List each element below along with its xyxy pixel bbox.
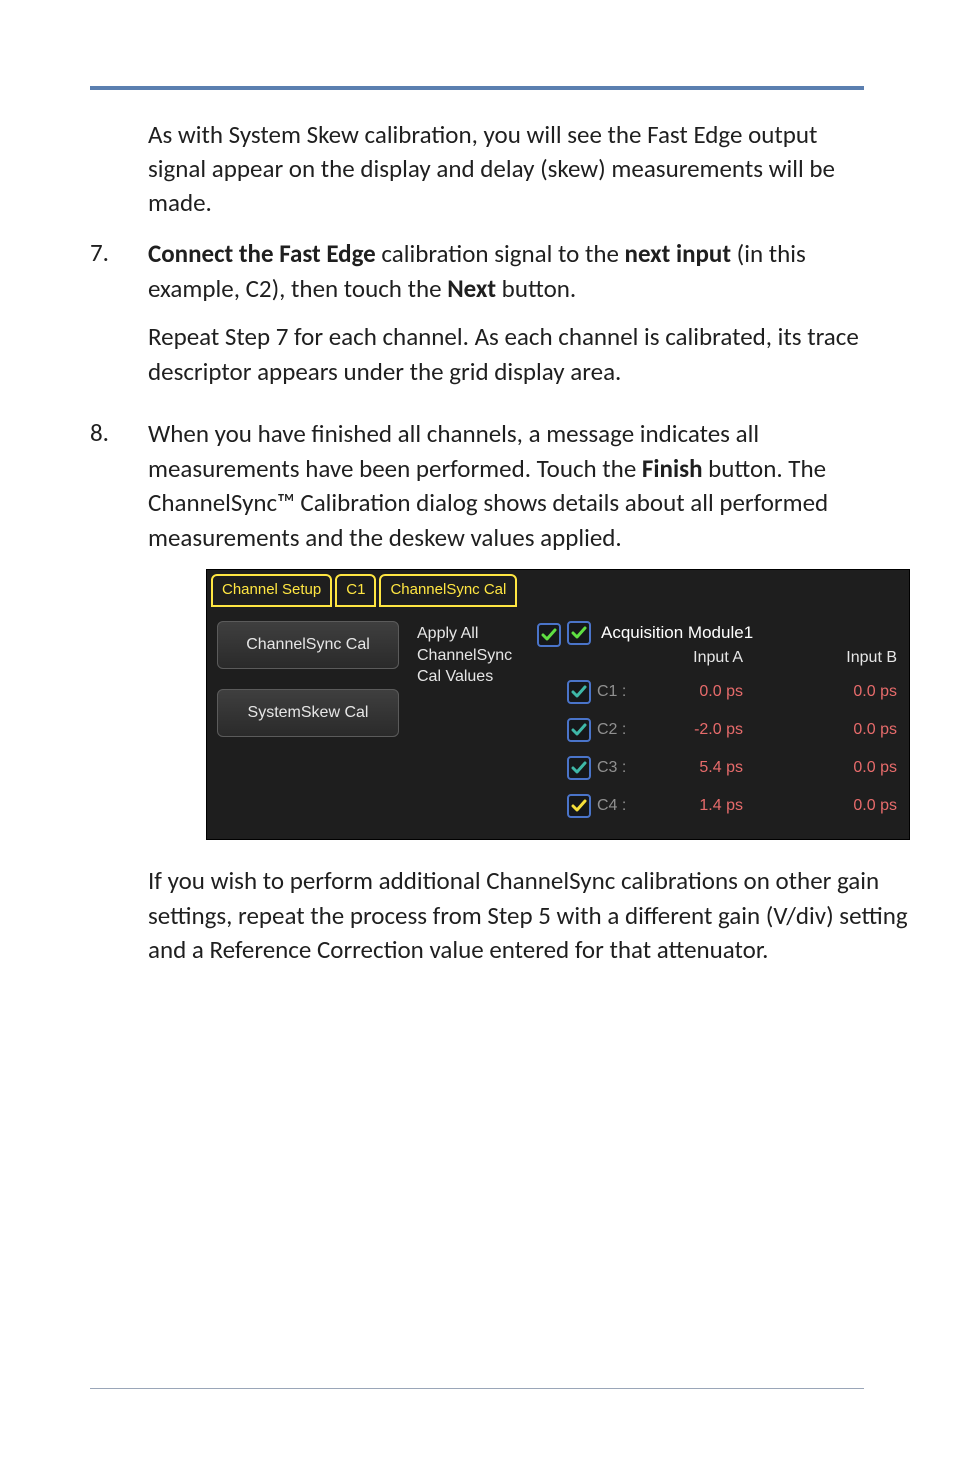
c2-label: C2 : — [597, 719, 645, 741]
check-icon — [571, 798, 587, 814]
c1-label: C1 : — [597, 681, 645, 703]
c2-checkbox[interactable] — [567, 718, 591, 742]
c4-label: C4 : — [597, 795, 645, 817]
c4-input-a: 1.4 ps — [645, 795, 763, 817]
module-header: Acquisition Module1 — [567, 621, 899, 647]
step-7-para-1: Connect the Fast Edge calibration signal… — [148, 237, 864, 306]
apply-all-label: Apply All ChannelSync Cal Values — [417, 623, 533, 688]
tab-channel-setup[interactable]: Channel Setup — [211, 574, 332, 607]
c4-input-b: 0.0 ps — [763, 795, 899, 817]
step-7-bold-3: next input — [625, 238, 731, 269]
step-7-bold-5: Next — [447, 273, 496, 304]
channelsync-cal-button[interactable]: ChannelSync Cal — [217, 621, 399, 669]
footer-rule — [90, 1388, 864, 1389]
apply-all-checkbox[interactable] — [537, 623, 561, 647]
channel-row-c4: C4 : 1.4 ps 0.0 ps — [567, 787, 899, 825]
c4-checkbox[interactable] — [567, 794, 591, 818]
header-rule — [90, 86, 864, 90]
channel-row-c2: C2 : -2.0 ps 0.0 ps — [567, 711, 899, 749]
channel-row-c3: C3 : 5.4 ps 0.0 ps — [567, 749, 899, 787]
check-icon — [571, 760, 587, 776]
check-icon — [541, 627, 557, 643]
step-7-para-2: Repeat Step 7 for each channel. As each … — [148, 320, 864, 389]
final-paragraph: If you wish to perform additional Channe… — [148, 864, 910, 968]
step-8-number: 8. — [90, 417, 148, 981]
step-7-number: 7. — [90, 237, 148, 403]
c3-checkbox[interactable] — [567, 756, 591, 780]
c2-input-b: 0.0 ps — [763, 719, 899, 741]
c1-input-a: 0.0 ps — [645, 681, 763, 703]
step-7-text-2: calibration signal to the — [376, 238, 625, 269]
dialog-tabs: Channel Setup C1 ChannelSync Cal — [207, 570, 909, 607]
step-8-bold-2: Finish — [642, 453, 703, 484]
module-title: Acquisition Module1 — [601, 621, 753, 644]
step-8: 8. When you have finished all channels, … — [90, 417, 864, 981]
step-7-text-6: button. — [496, 273, 576, 304]
col-input-a: Input A — [645, 647, 763, 669]
tab-channelsync-cal[interactable]: ChannelSync Cal — [379, 574, 517, 607]
dialog-left-column: ChannelSync Cal SystemSkew Cal — [217, 621, 399, 825]
dialog-right-panel: Acquisition Module1 Input A Input B C1 : — [561, 621, 899, 825]
c3-input-b: 0.0 ps — [763, 757, 899, 779]
check-icon — [571, 722, 587, 738]
module-checkbox[interactable] — [567, 621, 591, 645]
channelsync-dialog: Channel Setup C1 ChannelSync Cal Channel… — [206, 569, 910, 840]
step-8-para-1: When you have finished all channels, a m… — [148, 417, 910, 555]
col-input-b: Input B — [763, 647, 899, 669]
check-icon — [571, 625, 587, 641]
c1-checkbox[interactable] — [567, 680, 591, 704]
c3-label: C3 : — [597, 757, 645, 779]
tab-c1[interactable]: C1 — [335, 574, 376, 607]
c1-input-b: 0.0 ps — [763, 681, 899, 703]
c2-input-a: -2.0 ps — [645, 719, 763, 741]
intro-paragraph: As with System Skew calibration, you wil… — [148, 118, 864, 219]
column-headers: Input A Input B — [567, 647, 899, 673]
check-icon — [571, 684, 587, 700]
dialog-body: ChannelSync Cal SystemSkew Cal Apply All… — [207, 607, 909, 839]
c3-input-a: 5.4 ps — [645, 757, 763, 779]
channel-row-c1: C1 : 0.0 ps 0.0 ps — [567, 673, 899, 711]
dialog-apply-group: Apply All ChannelSync Cal Values — [399, 621, 561, 825]
systemskew-cal-button[interactable]: SystemSkew Cal — [217, 689, 399, 737]
step-7-bold-1: Connect the Fast Edge — [148, 238, 376, 269]
step-7: 7. Connect the Fast Edge calibration sig… — [90, 237, 864, 403]
